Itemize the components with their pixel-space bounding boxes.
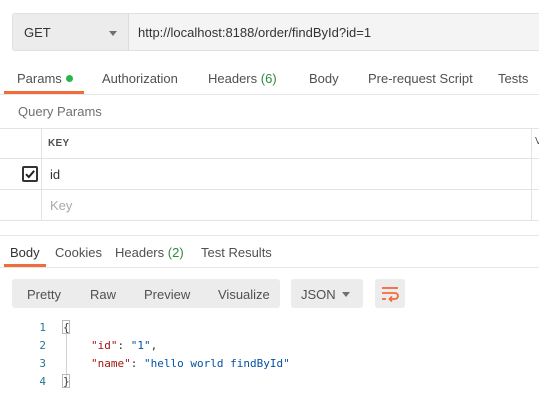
json-colon: : (130, 357, 144, 370)
table-border (0, 158, 539, 159)
tab-prerequest-label: Pre-request Script (368, 71, 473, 86)
param-enabled-checkbox[interactable] (22, 166, 38, 182)
tab-response-headers[interactable]: Headers (2) (115, 245, 184, 260)
checkmark-icon (25, 170, 35, 179)
tab-prerequest-script[interactable]: Pre-request Script (368, 71, 473, 86)
tab-params[interactable]: Params (17, 71, 73, 86)
method-label: GET (24, 25, 51, 40)
table-border (0, 189, 539, 190)
tab-headers-label: Headers (208, 71, 258, 86)
tab-response-body[interactable]: Body (10, 245, 40, 260)
tab-tests[interactable]: Tests (498, 71, 528, 86)
params-active-dot (65, 75, 73, 82)
divider (0, 94, 539, 95)
line-number: 2 (39, 339, 46, 352)
json-value: "1" (130, 339, 151, 352)
value-column-header: V (535, 136, 539, 147)
tab-authorization[interactable]: Authorization (102, 71, 178, 86)
line-number: 3 (39, 357, 46, 370)
table-column-divider (531, 128, 532, 221)
visualize-button[interactable]: Visualize (218, 287, 270, 302)
tab-body-label: Body (309, 71, 339, 86)
chevron-down-icon (109, 31, 117, 36)
format-select[interactable]: JSON (291, 279, 363, 308)
tab-cookies-label: Cookies (55, 245, 102, 260)
line-number: 1 (39, 321, 46, 334)
table-column-divider (41, 128, 42, 221)
url-input[interactable]: http://localhost:8188/order/findById?id=… (128, 13, 539, 51)
code-line: "id": "1", (91, 339, 157, 352)
tab-authorization-label: Authorization (102, 71, 178, 86)
pretty-button[interactable]: Pretty (27, 287, 61, 302)
query-params-title: Query Params (18, 104, 102, 119)
method-select[interactable]: GET (12, 13, 128, 51)
code-open-brace: { (63, 321, 70, 334)
tab-test-results-label: Test Results (201, 245, 272, 260)
json-colon: : (117, 339, 131, 352)
tab-cookies[interactable]: Cookies (55, 245, 102, 260)
url-text: http://localhost:8188/order/findById?id=… (138, 25, 372, 40)
tab-response-headers-count: (2) (167, 245, 184, 260)
tab-body[interactable]: Body (309, 71, 339, 86)
tab-response-body-label: Body (10, 245, 40, 260)
format-label: JSON (301, 287, 336, 302)
chevron-down-icon (342, 292, 350, 297)
tab-headers[interactable]: Headers (6) (208, 71, 277, 86)
wrap-lines-icon (382, 287, 399, 303)
tab-test-results[interactable]: Test Results (201, 245, 272, 260)
tab-headers-count: (6) (260, 71, 277, 86)
preview-button[interactable]: Preview (144, 287, 190, 302)
indent-guide (66, 333, 67, 379)
tab-tests-label: Tests (498, 71, 529, 86)
line-number: 4 (39, 375, 46, 388)
tab-response-headers-label: Headers (115, 245, 165, 260)
table-border-top (0, 128, 539, 129)
raw-button[interactable]: Raw (90, 287, 116, 302)
key-column-header: KEY (48, 138, 70, 149)
json-comma: , (150, 339, 158, 352)
view-mode-group: Pretty Raw Preview Visualize (12, 279, 280, 308)
code-close-brace: } (63, 375, 70, 388)
section-separator (0, 235, 539, 236)
json-key: "id" (91, 339, 118, 352)
table-border-bottom (0, 220, 539, 221)
code-line: "name": "hello world findById" (91, 357, 290, 370)
wrap-lines-button[interactable] (375, 279, 405, 308)
divider (0, 267, 539, 268)
new-param-key-input[interactable]: Key (50, 198, 72, 213)
tab-params-label: Params (17, 71, 62, 86)
json-value: "hello world findById" (144, 357, 290, 370)
param-key-cell[interactable]: id (50, 167, 60, 182)
json-key: "name" (91, 357, 131, 370)
